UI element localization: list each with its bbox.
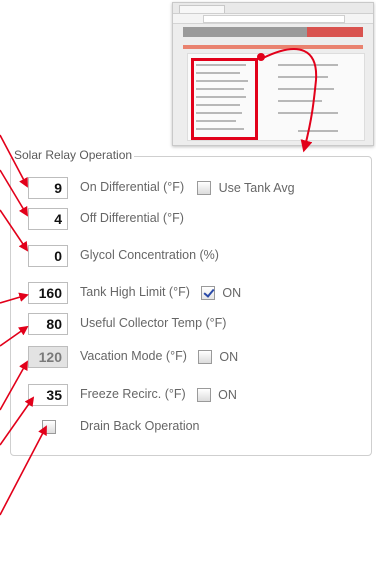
freeze-recirc-checkbox[interactable] — [196, 387, 211, 402]
tank-high-limit-input[interactable]: 160 — [28, 282, 68, 304]
use-tank-avg-label: Use Tank Avg — [218, 180, 295, 195]
thumb-address-bar — [173, 14, 373, 24]
glycol-input[interactable]: 0 — [28, 245, 68, 267]
vacation-mode-on-label: ON — [219, 349, 239, 364]
glycol-label: Glycol Concentration (%) — [80, 248, 219, 262]
freeze-recirc-on-label: ON — [218, 387, 237, 402]
freeze-recirc-text: Freeze Recirc. (°F) — [80, 387, 186, 401]
vacation-mode-text: Vacation Mode (°F) — [80, 349, 187, 363]
tank-high-limit-row: 160 Tank High Limit (°F) ON — [28, 282, 368, 306]
thumb-section-bar — [183, 45, 363, 49]
on-differential-label: On Differential (°F) Use Tank Avg — [80, 180, 295, 195]
tank-high-limit-on-label: ON — [222, 285, 242, 300]
off-differential-row: 4 Off Differential (°F) — [28, 208, 368, 232]
use-tank-avg-checkbox[interactable] — [197, 180, 212, 195]
drain-back-checkbox[interactable] — [42, 420, 56, 434]
thumb-highlight-box — [191, 58, 258, 140]
on-differential-row: 9 On Differential (°F) Use Tank Avg — [28, 177, 368, 201]
vacation-mode-checkbox[interactable] — [197, 349, 212, 364]
thumbnail-screenshot — [172, 2, 374, 146]
useful-collector-row: 80 Useful Collector Temp (°F) — [28, 313, 368, 337]
vacation-mode-input[interactable]: 120 — [28, 346, 68, 368]
on-differential-input[interactable]: 9 — [28, 177, 68, 199]
section-title: Solar Relay Operation — [12, 148, 135, 162]
off-differential-label: Off Differential (°F) — [80, 211, 184, 225]
freeze-recirc-label: Freeze Recirc. (°F) ON — [80, 387, 237, 402]
off-differential-input[interactable]: 4 — [28, 208, 68, 230]
tank-high-limit-text: Tank High Limit (°F) — [80, 285, 190, 299]
drain-back-row: Drain Back Operation — [28, 416, 368, 440]
solar-relay-panel — [10, 156, 372, 456]
tank-high-limit-label: Tank High Limit (°F) ON — [80, 285, 241, 300]
useful-collector-input[interactable]: 80 — [28, 313, 68, 335]
tank-high-limit-checkbox[interactable] — [200, 285, 215, 300]
on-differential-text: On Differential (°F) — [80, 180, 185, 194]
glycol-row: 0 Glycol Concentration (%) — [28, 245, 368, 269]
freeze-recirc-row: 35 Freeze Recirc. (°F) ON — [28, 384, 368, 408]
freeze-recirc-input[interactable]: 35 — [28, 384, 68, 406]
useful-collector-label: Useful Collector Temp (°F) — [80, 316, 227, 330]
thumb-nav-bar — [183, 27, 363, 37]
thumb-highlight-dot — [257, 53, 265, 61]
vacation-mode-label: Vacation Mode (°F) ON — [80, 349, 238, 364]
drain-back-label: Drain Back Operation — [80, 419, 200, 433]
thumb-tab-bar — [173, 3, 373, 14]
vacation-mode-row: 120 Vacation Mode (°F) ON — [28, 346, 368, 370]
